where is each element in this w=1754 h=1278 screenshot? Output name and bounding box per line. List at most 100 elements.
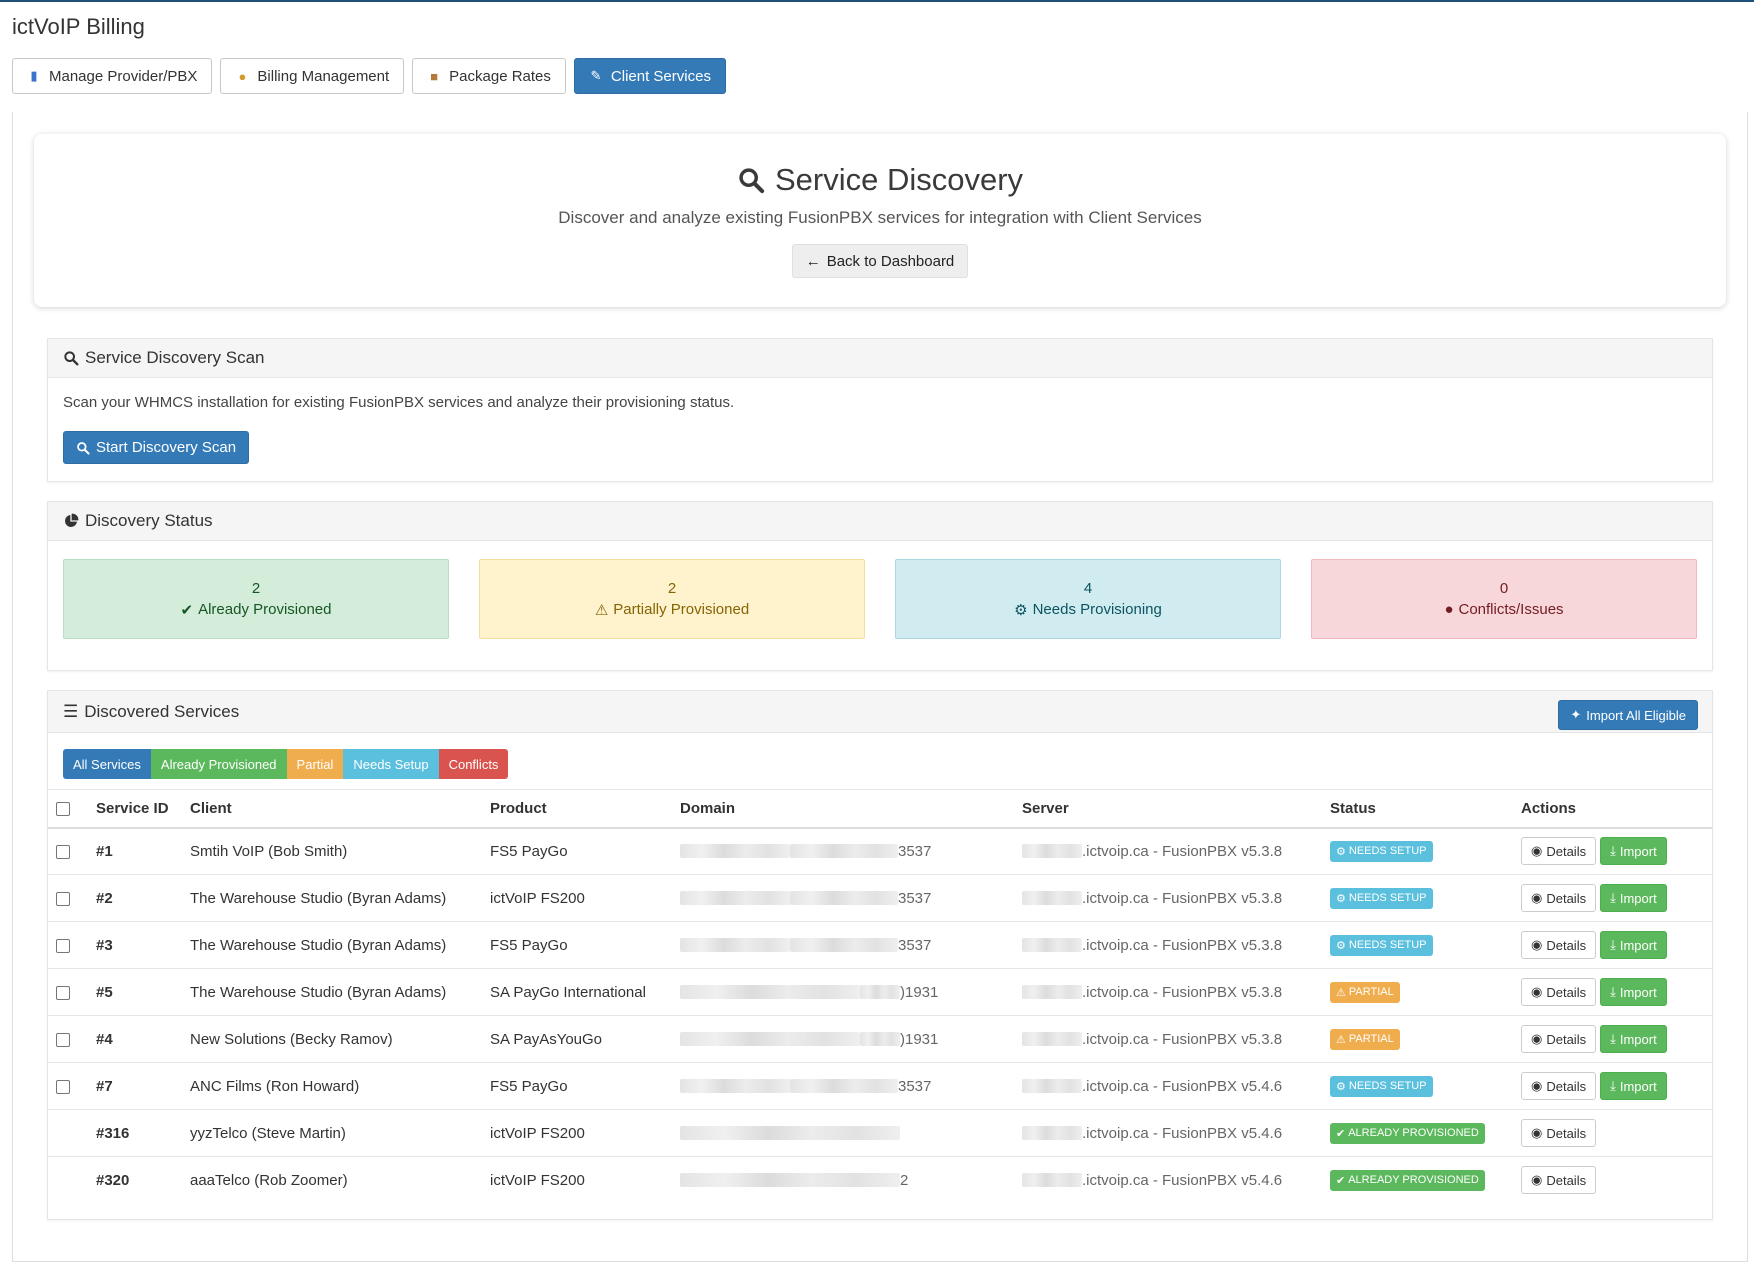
bar-chart-icon: ▮	[30, 68, 38, 83]
status-badge: ⚙ NEEDS SETUP	[1330, 840, 1433, 862]
product-name: FS5 PayGo	[482, 921, 672, 969]
list-icon: ☰	[63, 701, 79, 721]
filter-partial[interactable]: Partial	[286, 749, 344, 779]
row-select-checkbox[interactable]	[56, 844, 70, 859]
details-button[interactable]: ◉ Details	[1521, 1072, 1597, 1100]
redacted-domain	[680, 938, 790, 952]
details-button[interactable]: ◉ Details	[1521, 884, 1597, 912]
pie-chart-icon	[65, 513, 79, 527]
top-accent-line	[0, 0, 1754, 2]
import-all-eligible-button[interactable]: ✦ Import All Eligible	[1558, 700, 1698, 730]
magic-wand-icon: ✦	[1570, 707, 1582, 722]
server-name: .ictvoip.ca - FusionPBX v5.4.6	[1082, 1124, 1283, 1142]
nav-tab-manage-provider[interactable]: ▮ Manage Provider/PBX	[12, 58, 213, 94]
package-icon: ■	[430, 68, 439, 84]
domain-cell: )1931	[680, 984, 1006, 1001]
eye-icon: ◉	[1531, 843, 1543, 859]
table-row: #320 aaaTelco (Rob Zoomer) ictVoIP FS200…	[48, 1156, 1712, 1204]
redacted-domain	[680, 1079, 790, 1093]
page-title-text: Service Discovery	[774, 162, 1024, 197]
scan-button-label: Start Discovery Scan	[96, 439, 237, 456]
import-button[interactable]: ⤓ Import	[1600, 884, 1667, 912]
import-label: Import	[1619, 937, 1657, 953]
client-name: New Solutions (Becky Ramov)	[182, 1015, 482, 1063]
details-button[interactable]: ◉ Details	[1521, 1166, 1597, 1195]
status-badge: ⚠ PARTIAL	[1330, 1028, 1400, 1050]
money-bag-icon: ●	[238, 68, 247, 84]
domain-cell: 3537	[680, 937, 1006, 954]
server-cell: .ictvoip.ca - FusionPBX v5.3.8	[1022, 984, 1314, 1001]
filter-all-services[interactable]: All Services	[63, 749, 151, 779]
row-select-checkbox[interactable]	[56, 891, 70, 906]
select-all-checkbox[interactable]	[56, 801, 70, 816]
server-cell: .ictvoip.ca - FusionPBX v5.4.6	[1022, 1078, 1314, 1095]
domain-suffix: 3537	[898, 1077, 932, 1095]
import-button[interactable]: ⤓ Import	[1600, 1072, 1667, 1100]
stat-count: 2	[251, 579, 261, 597]
status-badge: ⚠ PARTIAL	[1330, 981, 1400, 1003]
row-actions: ◉ Details ⤓ Import	[1521, 978, 1704, 1006]
client-name: aaaTelco (Rob Zoomer)	[182, 1156, 482, 1204]
details-button[interactable]: ◉ Details	[1521, 978, 1597, 1006]
details-button[interactable]: ◉ Details	[1521, 931, 1597, 959]
nav-tab-client-services[interactable]: ✎ Client Services	[573, 58, 726, 94]
domain-cell: 3537	[680, 843, 1006, 860]
service-id: #7	[88, 1062, 182, 1110]
details-label: Details	[1546, 1078, 1587, 1094]
status-badge: ✔ ALREADY PROVISIONED	[1330, 1169, 1485, 1191]
download-icon: ⤓	[1610, 937, 1616, 952]
server-cell: .ictvoip.ca - FusionPBX v5.3.8	[1022, 843, 1314, 860]
services-table: Service ID Client Product Domain Server …	[48, 789, 1712, 1204]
row-select-checkbox[interactable]	[56, 1079, 70, 1094]
redacted-server	[1022, 938, 1082, 952]
download-icon: ⤓	[1610, 843, 1616, 859]
row-select-checkbox[interactable]	[56, 985, 70, 1000]
stat-label: Needs Provisioning	[1032, 601, 1162, 618]
nav-tab-package-rates[interactable]: ■ Package Rates	[412, 58, 566, 94]
filter-already-provisioned[interactable]: Already Provisioned	[150, 749, 287, 779]
details-label: Details	[1546, 890, 1587, 906]
filter-needs-setup[interactable]: Needs Setup	[343, 749, 439, 779]
status-icon: ⚙	[1336, 845, 1346, 858]
nav-tab-label: Client Services	[610, 67, 711, 85]
col-server: Server	[1014, 789, 1322, 829]
start-discovery-scan-button[interactable]: Start Discovery Scan	[63, 431, 250, 464]
domain-cell	[680, 1126, 1006, 1140]
details-button[interactable]: ◉ Details	[1521, 1025, 1597, 1053]
import-all-label: Import All Eligible	[1586, 707, 1686, 723]
status-text: ALREADY PROVISIONED	[1348, 1127, 1479, 1139]
redacted-domain	[860, 1032, 900, 1046]
server-cell: .ictvoip.ca - FusionPBX v5.4.6	[1022, 1125, 1314, 1142]
redacted-server	[1022, 1079, 1082, 1093]
import-button[interactable]: ⤓ Import	[1600, 837, 1667, 866]
services-panel-title: Discovered Services	[84, 701, 240, 721]
filter-conflicts[interactable]: Conflicts	[438, 749, 509, 779]
redacted-domain	[790, 938, 898, 952]
redacted-domain	[680, 844, 790, 859]
redacted-server	[1022, 1126, 1082, 1140]
status-text: NEEDS SETUP	[1348, 892, 1427, 904]
import-button[interactable]: ⤓ Import	[1600, 1025, 1667, 1053]
row-select-checkbox[interactable]	[56, 938, 70, 953]
status-icon: ✔	[1336, 1174, 1346, 1187]
import-label: Import	[1619, 843, 1657, 859]
import-button[interactable]: ⤓ Import	[1600, 931, 1667, 959]
status-icon: ⚠	[1336, 1033, 1346, 1046]
nav-tab-billing-management[interactable]: ● Billing Management	[220, 58, 405, 94]
row-select-checkbox[interactable]	[56, 1032, 70, 1047]
stat-already-provisioned: 2 ✔ Already Provisioned	[63, 559, 449, 639]
details-button[interactable]: ◉ Details	[1521, 837, 1597, 866]
stat-label: Partially Provisioned	[613, 601, 750, 618]
back-to-dashboard-button[interactable]: ← Back to Dashboard	[791, 244, 969, 278]
product-name: SA PayGo International	[482, 968, 672, 1016]
import-button[interactable]: ⤓ Import	[1600, 978, 1667, 1006]
product-name: SA PayAsYouGo	[482, 1015, 672, 1063]
scan-panel: Service Discovery Scan Scan your WHMCS i…	[47, 338, 1713, 482]
server-cell: .ictvoip.ca - FusionPBX v5.3.8	[1022, 937, 1314, 954]
eye-icon: ◉	[1531, 1172, 1543, 1188]
server-name: .ictvoip.ca - FusionPBX v5.3.8	[1082, 889, 1283, 907]
details-button[interactable]: ◉ Details	[1521, 1119, 1597, 1147]
table-row: #2 The Warehouse Studio (Byran Adams) ic…	[48, 874, 1712, 922]
client-name: The Warehouse Studio (Byran Adams)	[182, 921, 482, 969]
row-actions: ◉ Details	[1521, 1119, 1704, 1147]
